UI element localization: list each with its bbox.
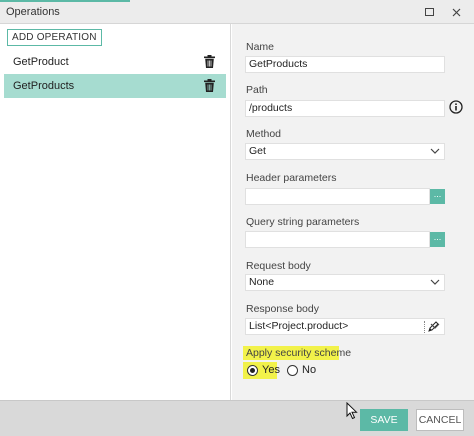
request-body-select[interactable]: None: [245, 274, 445, 291]
operation-details-pane: Name GetProducts Path /products Method G…: [232, 24, 474, 400]
edit-separator: [424, 321, 425, 333]
header-parameters-input[interactable]: [245, 188, 430, 205]
security-yes-label[interactable]: Yes: [262, 364, 280, 376]
operation-label: GetProducts: [13, 80, 75, 92]
chevron-down-icon: [430, 279, 440, 285]
path-label: Path: [246, 84, 268, 96]
info-icon[interactable]: [449, 100, 463, 114]
add-operation-button[interactable]: ADD OPERATION: [7, 29, 102, 46]
security-no-radio[interactable]: [287, 365, 298, 376]
chevron-down-icon: [430, 148, 440, 154]
response-body-label: Response body: [246, 303, 319, 315]
method-value: Get: [249, 145, 266, 157]
window-accent-line: [0, 0, 130, 2]
method-select[interactable]: Get: [245, 143, 445, 160]
name-input[interactable]: GetProducts: [245, 56, 445, 73]
security-no-label[interactable]: No: [302, 364, 316, 376]
path-input[interactable]: /products: [245, 100, 445, 117]
response-body-select[interactable]: List<Project.product>: [245, 318, 445, 335]
operation-label: GetProduct: [13, 56, 69, 68]
save-button[interactable]: SAVE: [360, 409, 408, 431]
header-parameters-edit-button[interactable]: ...: [430, 189, 445, 204]
response-body-value: List<Project.product>: [249, 320, 349, 332]
method-label: Method: [246, 128, 282, 140]
dialog-footer: SAVE CANCEL: [0, 400, 474, 436]
operation-item-getproducts[interactable]: GetProducts: [4, 74, 226, 98]
header-parameters-label: Header parameters: [246, 172, 337, 184]
query-string-parameters-edit-button[interactable]: ...: [430, 232, 445, 247]
window-title: Operations: [6, 6, 60, 18]
trash-icon[interactable]: [204, 79, 215, 92]
request-body-value: None: [249, 276, 275, 288]
apply-security-scheme-label: Apply security scheme: [246, 347, 352, 359]
query-string-parameters-label: Query string parameters: [246, 216, 360, 228]
maximize-icon: [424, 8, 434, 16]
chevron-down-icon: [430, 323, 440, 329]
operations-list-pane: ADD OPERATION GetProduct GetProducts: [0, 24, 231, 400]
close-icon: [452, 8, 460, 17]
security-yes-radio[interactable]: [247, 365, 258, 376]
trash-icon[interactable]: [204, 55, 215, 68]
mouse-cursor-icon: [346, 402, 358, 420]
close-button[interactable]: [447, 3, 465, 21]
radio-selected-dot: [250, 368, 255, 373]
query-string-parameters-input[interactable]: [245, 231, 430, 248]
cancel-button[interactable]: CANCEL: [416, 409, 464, 431]
name-label: Name: [246, 41, 275, 53]
request-body-label: Request body: [246, 260, 311, 272]
maximize-button[interactable]: [420, 3, 438, 21]
title-bar: Operations: [0, 0, 474, 24]
operation-item-getproduct[interactable]: GetProduct: [4, 50, 226, 74]
